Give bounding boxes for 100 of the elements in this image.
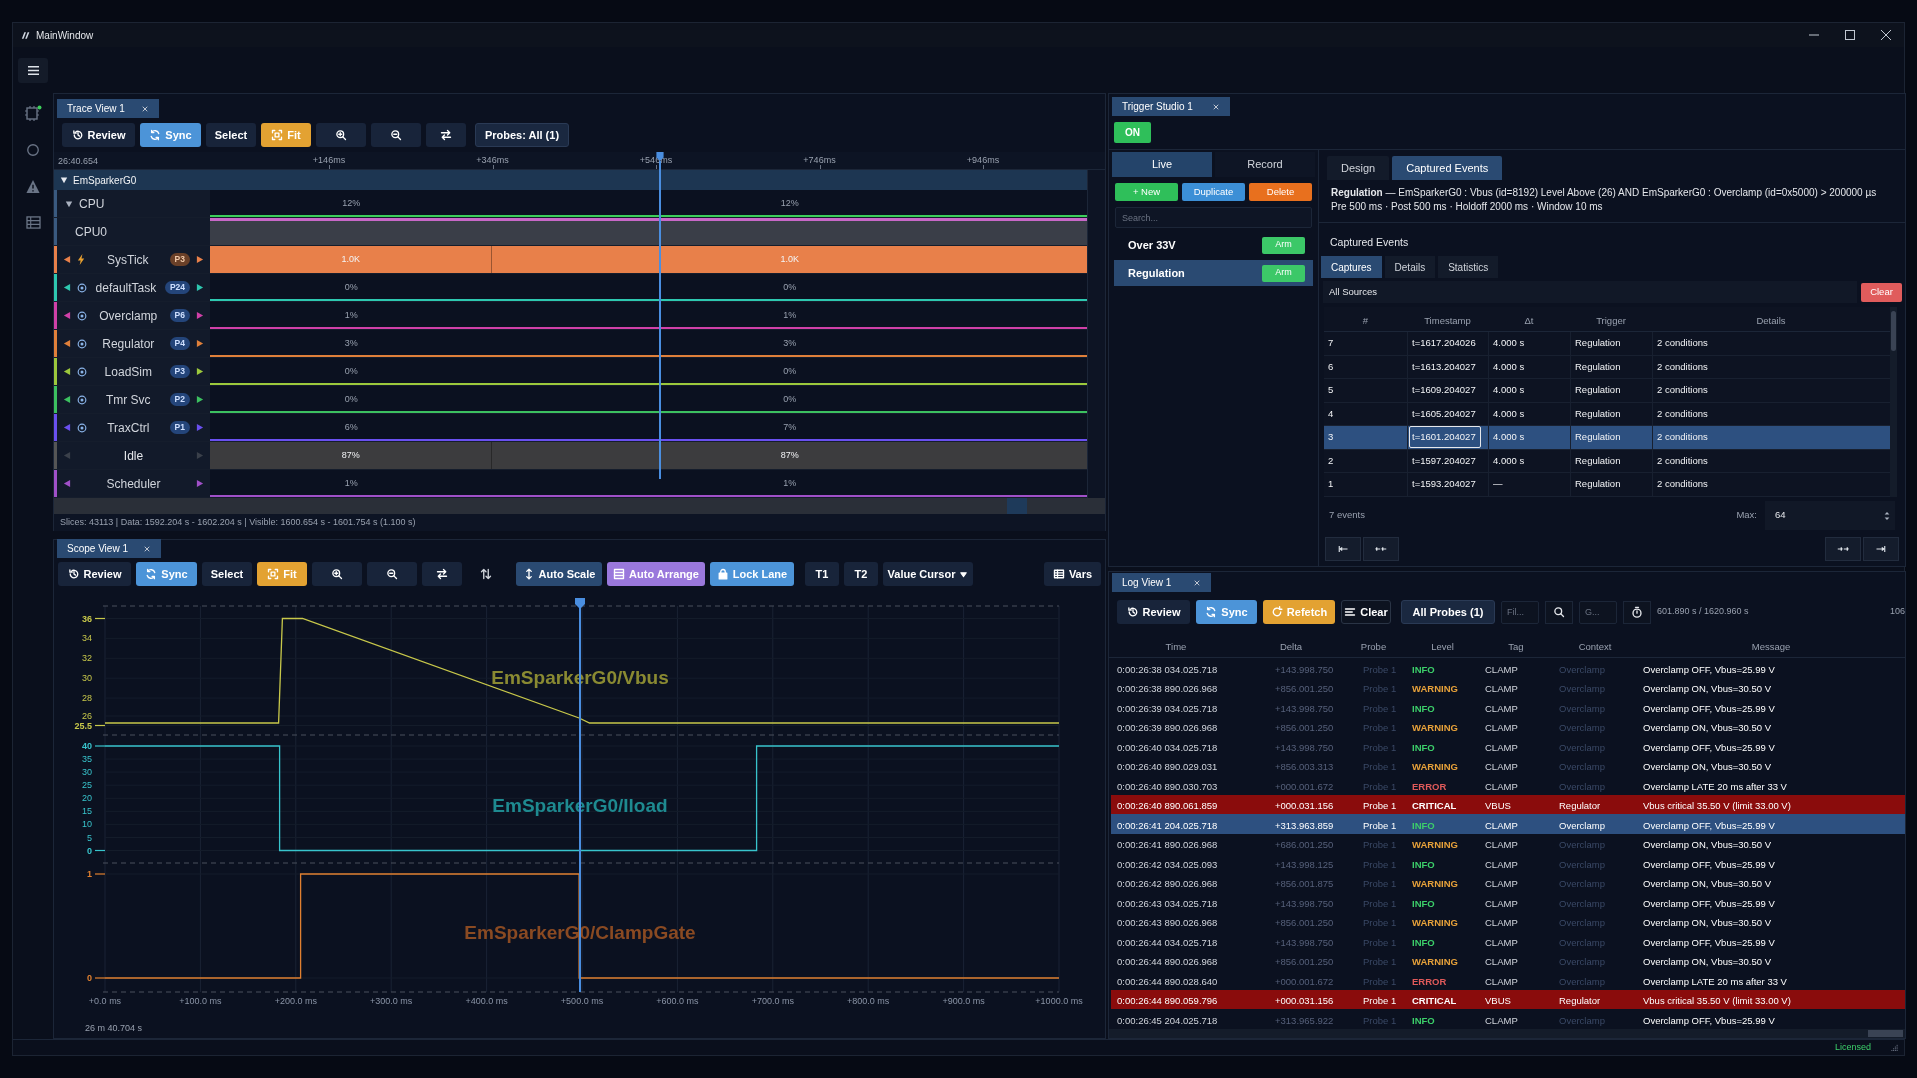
zoom-out-button[interactable] <box>371 123 421 147</box>
log-row[interactable]: 0:00:26:45 204.025.718 +313.965.922 Probe 1 INFO CLAMP Overclamp Overclamp OFF, Vbus=25.99 V <box>1111 1009 1905 1029</box>
vars-button[interactable]: Vars <box>1044 562 1101 586</box>
right-triangle-icon[interactable] <box>196 339 204 348</box>
next-button[interactable] <box>1825 536 1861 561</box>
panel-tab[interactable]: Trigger Studio 1 <box>1112 97 1230 116</box>
zoom-in-button[interactable] <box>312 562 362 586</box>
right-triangle-icon[interactable] <box>196 479 204 488</box>
right-triangle-icon[interactable] <box>196 367 204 376</box>
scrollbar[interactable] <box>1890 307 1897 497</box>
log-row[interactable]: 0:00:26:43 034.025.718 +143.998.750 Probe 1 INFO CLAMP Overclamp Overclamp OFF, Vbus=25.99 V <box>1111 892 1905 912</box>
review-button[interactable]: Review <box>1117 600 1190 624</box>
swap-button[interactable] <box>426 123 466 147</box>
log-row[interactable]: 0:00:26:39 890.026.968 +856.001.250 Probe 1 WARNING CLAMP Overclamp Overclamp ON, Vbus=30.50 V <box>1111 716 1905 736</box>
value-cursor-button[interactable]: Value Cursor <box>883 562 973 586</box>
track-header[interactable]: Regulator P4 <box>54 330 210 357</box>
log-row[interactable]: 0:00:26:40 034.025.718 +143.998.750 Probe 1 INFO CLAMP Overclamp Overclamp OFF, Vbus=25.99 V <box>1111 736 1905 756</box>
right-triangle-icon[interactable] <box>196 255 204 264</box>
stopwatch-button[interactable] <box>1623 600 1651 624</box>
t2-button[interactable]: T2 <box>844 562 878 586</box>
caret-icon[interactable] <box>60 176 68 184</box>
probes-button[interactable]: All Probes (1) <box>1401 600 1495 624</box>
capture-row[interactable]: 5 t=1609.204027 4.000 s Regulation 2 conditions <box>1324 379 1890 403</box>
right-triangle-icon[interactable] <box>196 311 204 320</box>
zoom-in-button[interactable] <box>316 123 366 147</box>
capture-row[interactable]: 6 t=1613.204027 4.000 s Regulation 2 conditions <box>1324 355 1890 379</box>
warning-icon[interactable] <box>25 179 41 194</box>
track-header[interactable]: Scheduler <box>54 470 210 497</box>
log-row[interactable]: 0:00:26:44 890.028.640 +000.001.672 Probe 1 ERROR CLAMP Overclamp Overclamp LATE 20 ms after 33 V <box>1111 970 1905 990</box>
track-header[interactable]: LoadSim P3 <box>54 358 210 385</box>
scrollbar[interactable] <box>54 498 1105 514</box>
source-filter[interactable]: All Sources <box>1323 281 1857 303</box>
mode-tab[interactable]: Live <box>1112 152 1212 177</box>
auto-scale-button[interactable]: Auto Scale <box>516 562 602 586</box>
sub-tab[interactable]: Statistics <box>1438 256 1499 278</box>
t1-button[interactable]: T1 <box>805 562 839 586</box>
goto-field[interactable]: G... <box>1579 600 1617 624</box>
panel-tab[interactable]: Trace View 1 <box>57 99 159 118</box>
capture-row[interactable]: 7 t=1617.204026 4.000 s Regulation 2 conditions <box>1324 332 1890 356</box>
swap-button[interactable] <box>422 562 462 586</box>
view-tab[interactable]: Captured Events <box>1392 156 1503 180</box>
capture-row[interactable]: 3 t=1601.204027 4.000 s Regulation 2 conditions <box>1324 426 1890 450</box>
resize-grip-icon[interactable] <box>1891 1044 1898 1051</box>
left-triangle-icon[interactable] <box>63 339 71 348</box>
panel-tab[interactable]: Log View 1 <box>1112 573 1211 592</box>
sub-tab[interactable]: Details <box>1384 256 1436 278</box>
log-row[interactable]: 0:00:26:39 034.025.718 +143.998.750 Probe 1 INFO CLAMP Overclamp Overclamp OFF, Vbus=25.99 V <box>1111 697 1905 717</box>
select-button[interactable]: Select <box>206 123 256 147</box>
probes-button[interactable]: Probes: All (1) <box>475 123 569 147</box>
chip-icon[interactable] <box>24 105 42 121</box>
track-header[interactable]: Overclamp P6 <box>54 302 210 329</box>
log-row[interactable]: 0:00:26:43 890.026.968 +856.001.250 Probe 1 WARNING CLAMP Overclamp Overclamp ON, Vbus=30.50 V <box>1111 911 1905 931</box>
left-triangle-icon[interactable] <box>63 255 71 264</box>
track-header[interactable]: CPU0 <box>54 218 210 245</box>
log-row[interactable]: 0:00:26:41 204.025.718 +313.963.859 Probe 1 INFO CLAMP Overclamp Overclamp OFF, Vbus=25.99 V <box>1111 814 1905 834</box>
trigger-item[interactable]: Over 33V Arm <box>1114 232 1313 258</box>
panel-tab[interactable]: Scope View 1 <box>57 539 161 558</box>
caret-icon[interactable] <box>65 199 73 208</box>
log-row[interactable]: 0:00:26:40 890.061.859 +000.031.156 Probe 1 CRITICAL VBUS Regulator Vbus critical 35.50 V (limit 33.00 V) <box>1111 794 1905 814</box>
log-row[interactable]: 0:00:26:44 034.025.718 +143.998.750 Probe 1 INFO CLAMP Overclamp Overclamp OFF, Vbus=25.99 V <box>1111 931 1905 951</box>
track-header[interactable]: CPU <box>54 190 210 217</box>
mode-tab[interactable]: Record <box>1215 152 1315 177</box>
log-row[interactable]: 0:00:26:44 890.026.968 +856.001.250 Probe 1 WARNING CLAMP Overclamp Overclamp ON, Vbus=30.50 V <box>1111 950 1905 970</box>
track-header[interactable]: defaultTask P24 <box>54 274 210 301</box>
left-triangle-icon[interactable] <box>63 367 71 376</box>
capture-row[interactable]: 2 t=1597.204027 4.000 s Regulation 2 conditions <box>1324 449 1890 473</box>
trigger-item[interactable]: Regulation Arm <box>1114 260 1313 286</box>
clear-button[interactable]: Clear <box>1341 600 1391 624</box>
log-row[interactable]: 0:00:26:42 890.026.968 +856.001.875 Probe 1 WARNING CLAMP Overclamp Overclamp ON, Vbus=30.50 V <box>1111 872 1905 892</box>
zoom-out-button[interactable] <box>367 562 417 586</box>
left-triangle-icon[interactable] <box>63 395 71 404</box>
review-button[interactable]: Review <box>62 123 135 147</box>
log-row[interactable]: 0:00:26:40 890.030.703 +000.001.672 Probe 1 ERROR CLAMP Overclamp Overclamp LATE 20 ms after 33 V <box>1111 775 1905 795</box>
view-tab[interactable]: Design <box>1327 156 1390 180</box>
log-row[interactable]: 0:00:26:40 890.029.031 +856.003.313 Probe 1 WARNING CLAMP Overclamp Overclamp ON, Vbus=30.50 V <box>1111 755 1905 775</box>
left-triangle-icon[interactable] <box>63 283 71 292</box>
clear-button[interactable]: Clear <box>1861 282 1902 302</box>
search-field[interactable]: Search... <box>1115 207 1312 228</box>
max-field[interactable]: 64 <box>1765 501 1895 530</box>
menu-button[interactable] <box>18 58 48 83</box>
log-row[interactable]: 0:00:26:38 890.026.968 +856.001.250 Probe 1 WARNING CLAMP Overclamp Overclamp ON, Vbus=30.50 V <box>1111 677 1905 697</box>
filter-field[interactable]: Fil... <box>1501 600 1539 624</box>
review-button[interactable]: Review <box>58 562 131 586</box>
group-header[interactable]: EmSparkerG0 <box>54 170 1087 190</box>
last-button[interactable] <box>1863 536 1899 561</box>
track-header[interactable]: SysTick P3 <box>54 246 210 273</box>
left-triangle-icon[interactable] <box>63 479 71 488</box>
sub-tab[interactable]: Captures <box>1321 256 1382 278</box>
scrollbar[interactable] <box>1109 1029 1905 1038</box>
log-row[interactable]: 0:00:26:41 890.026.968 +686.001.250 Probe 1 WARNING CLAMP Overclamp Overclamp ON, Vbus=30.50 V <box>1111 833 1905 853</box>
search-button[interactable] <box>1545 600 1573 624</box>
left-triangle-icon[interactable] <box>63 311 71 320</box>
first-button[interactable] <box>1325 536 1361 561</box>
circle-icon[interactable] <box>26 143 40 157</box>
capture-row[interactable]: 1 t=1593.204027 — Regulation 2 conditions <box>1324 473 1890 497</box>
table-icon[interactable] <box>25 216 41 229</box>
right-triangle-icon[interactable] <box>196 283 204 292</box>
scrollbar[interactable] <box>1087 170 1105 498</box>
log-row[interactable]: 0:00:26:42 034.025.093 +143.998.125 Probe 1 INFO CLAMP Overclamp Overclamp OFF, Vbus=25.99 V <box>1111 853 1905 873</box>
right-triangle-icon[interactable] <box>196 395 204 404</box>
